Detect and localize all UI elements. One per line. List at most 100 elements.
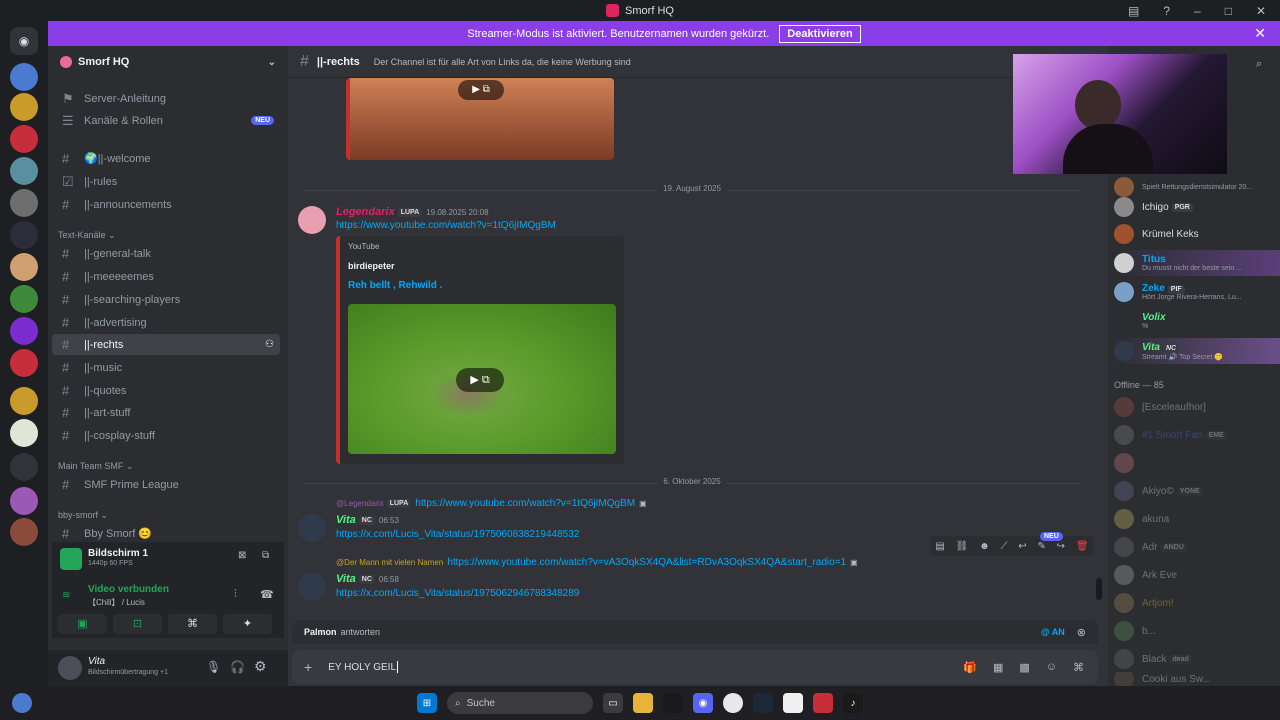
avatar[interactable] bbox=[298, 573, 326, 601]
message-link[interactable]: https://x.com/Lucis_Vita/status/19750608… bbox=[336, 529, 579, 540]
channel-searching-players[interactable]: # ||-searching-players bbox=[52, 289, 280, 310]
sidebar-item-channels-roles[interactable]: ☰ Kanäle & Rollen NEU bbox=[52, 110, 280, 131]
video-thumbnail[interactable]: ▶ ⧉ bbox=[348, 304, 616, 454]
channel-announcements[interactable]: # ||-announcements bbox=[52, 194, 280, 215]
channel-quotes[interactable]: # ||-quotes bbox=[52, 380, 280, 401]
mention-toggle[interactable]: @ AN bbox=[1041, 627, 1065, 637]
message-link[interactable]: https://x.com/Lucis_Vita/status/19750629… bbox=[336, 588, 579, 599]
server-icon[interactable] bbox=[10, 63, 38, 91]
plus-icon[interactable]: + bbox=[304, 659, 312, 675]
channel-general-talk[interactable]: # ||-general-talk bbox=[52, 243, 280, 264]
server-icon[interactable] bbox=[10, 125, 38, 153]
emoji-icon[interactable]: ☺ bbox=[1046, 661, 1057, 674]
username[interactable]: Vita bbox=[336, 514, 356, 526]
camera-button[interactable]: ▣ bbox=[58, 614, 107, 634]
emoji-icon[interactable]: ☻ bbox=[979, 541, 990, 552]
maximize-button[interactable]: □ bbox=[1225, 4, 1232, 18]
activity-button[interactable]: ⌘ bbox=[168, 614, 217, 634]
popout-icon[interactable]: ⧉ bbox=[262, 550, 269, 561]
avatar[interactable] bbox=[298, 514, 326, 542]
username[interactable]: Legendarix bbox=[336, 206, 395, 218]
member-item[interactable]: Adr ANDU bbox=[1114, 534, 1274, 560]
reply-preview[interactable]: @Der Mann mit vielen Namen https://www.y… bbox=[336, 557, 858, 568]
close-window-button[interactable]: ✕ bbox=[1256, 4, 1266, 18]
soundboard-button[interactable]: ✦ bbox=[223, 614, 272, 634]
play-icon[interactable]: ▶ ⧉ bbox=[456, 368, 504, 392]
member-item[interactable]: b... bbox=[1114, 618, 1274, 644]
video-thumbnail[interactable]: ▶ ⧉ bbox=[346, 78, 614, 160]
noise-suppression-icon[interactable]: ⫶ bbox=[234, 588, 237, 601]
steam-icon[interactable] bbox=[753, 693, 773, 713]
microphone-icon[interactable]: 🎙 bbox=[206, 660, 221, 674]
folder-icon[interactable] bbox=[10, 453, 38, 481]
channel-music[interactable]: # ||-music bbox=[52, 357, 280, 378]
inbox-icon[interactable]: ▤ bbox=[1128, 4, 1139, 18]
app-icon[interactable] bbox=[663, 693, 683, 713]
server-icon[interactable] bbox=[10, 189, 38, 217]
category-bby-smorf[interactable]: bby-smorf ⌄ bbox=[58, 510, 108, 521]
headphones-icon[interactable]: 🎧 bbox=[230, 660, 245, 674]
channel-memes[interactable]: # ||-meeeeemes bbox=[52, 266, 280, 287]
member-item[interactable]: Titus Du musst nicht der beste sein ... bbox=[1114, 250, 1280, 276]
close-icon[interactable]: ✕ bbox=[1254, 25, 1266, 42]
help-icon[interactable]: ? bbox=[1163, 4, 1170, 18]
server-icon[interactable] bbox=[10, 157, 38, 185]
chrome-icon[interactable] bbox=[723, 693, 743, 713]
member-item[interactable]: Zeke PIF Hört Jorge Rivera-Herrans, Lu... bbox=[1114, 279, 1274, 305]
server-icon[interactable] bbox=[10, 387, 38, 415]
message-link[interactable]: https://www.youtube.com/watch?v=1tQ6jIMQ… bbox=[336, 220, 556, 231]
channel-cosplay-stuff[interactable]: # ||-cosplay-stuff bbox=[52, 425, 280, 446]
server-icon[interactable] bbox=[10, 221, 38, 249]
close-icon[interactable]: ⊗ bbox=[1077, 626, 1086, 639]
member-item[interactable]: #1 Smorf Fan EME bbox=[1114, 422, 1274, 448]
screen-share-button[interactable]: ⊡ bbox=[113, 614, 162, 634]
member-item[interactable]: Volix% bbox=[1114, 308, 1274, 334]
member-item[interactable]: Vita NC Streamt 🔊 Top Secret 🤫 bbox=[1114, 338, 1280, 364]
member-item[interactable]: Ark Eve bbox=[1114, 562, 1274, 588]
gear-icon[interactable]: ⚙ bbox=[254, 658, 267, 675]
channel-topic[interactable]: Der Channel ist für alle Art von Links d… bbox=[374, 57, 631, 67]
minimize-button[interactable]: – bbox=[1194, 4, 1201, 18]
member-item[interactable]: Akiyo© YONE bbox=[1114, 478, 1274, 504]
taskbar-search[interactable]: ⌕ Suche bbox=[447, 692, 593, 714]
pencil-icon[interactable]: ✎ bbox=[1037, 541, 1045, 552]
server-icon[interactable] bbox=[10, 419, 38, 447]
message-input-text[interactable]: EY HOLY GEIL bbox=[328, 662, 396, 673]
message-input[interactable]: + EY HOLY GEIL 🎁 ▦ ▩ ☺ ⌘ bbox=[292, 650, 1098, 684]
member-item[interactable]: Cooki aus Sw... bbox=[1114, 672, 1274, 686]
discord-home-icon[interactable]: ◉ bbox=[10, 27, 38, 55]
ruler-icon[interactable]: ⟋ bbox=[1000, 541, 1007, 552]
tiktok-icon[interactable]: ♪ bbox=[843, 693, 863, 713]
gift-icon[interactable]: 🎁 bbox=[963, 661, 977, 674]
member-item[interactable]: akuna bbox=[1114, 506, 1274, 532]
id-icon[interactable]: ▤ bbox=[935, 541, 944, 552]
explorer-icon[interactable] bbox=[633, 693, 653, 713]
deactivate-button[interactable]: Deaktivieren bbox=[779, 24, 861, 43]
server-icon[interactable] bbox=[10, 253, 38, 281]
apps-icon[interactable]: ⌘ bbox=[1073, 661, 1084, 674]
forward-icon[interactable]: ↪ bbox=[1057, 541, 1065, 552]
member-item[interactable]: Artjom! bbox=[1114, 590, 1274, 616]
weather-icon[interactable] bbox=[12, 693, 32, 713]
channel-rules[interactable]: ☑ ||-rules bbox=[52, 171, 280, 192]
channel-art-stuff[interactable]: # ||-art-stuff bbox=[52, 402, 280, 423]
reply-preview[interactable]: @Legendarix LUPA https://www.youtube.com… bbox=[336, 498, 647, 509]
reply-icon[interactable]: ↩ bbox=[1018, 541, 1026, 552]
embed-author[interactable]: birdiepeter bbox=[348, 261, 395, 271]
channel-advertising[interactable]: # ||-advertising bbox=[52, 312, 280, 333]
add-member-icon[interactable]: ⚇ bbox=[265, 339, 274, 350]
channel-rechts[interactable]: # ||-rechts ⚇ bbox=[52, 334, 280, 355]
username[interactable]: Vita bbox=[336, 573, 356, 585]
disconnect-icon[interactable]: ☎ bbox=[260, 588, 274, 601]
channel-bby-smorf[interactable]: # Bby Smorf 😊 bbox=[52, 523, 280, 544]
server-icon[interactable] bbox=[10, 317, 38, 345]
embed-title[interactable]: Reh bellt , Rehwild . bbox=[348, 280, 442, 291]
gif-icon[interactable]: ▦ bbox=[993, 661, 1003, 674]
category-main-team[interactable]: Main Team SMF ⌄ bbox=[58, 461, 133, 472]
member-item[interactable]: Black dead bbox=[1114, 646, 1274, 672]
task-view-icon[interactable]: ▭ bbox=[603, 693, 623, 713]
sticker-icon[interactable]: ▩ bbox=[1019, 661, 1029, 674]
trash-icon[interactable]: 🗑 bbox=[1076, 541, 1089, 552]
channel-smf-prime-league[interactable]: # SMF Prime League bbox=[52, 474, 280, 495]
avatar[interactable] bbox=[298, 206, 326, 234]
